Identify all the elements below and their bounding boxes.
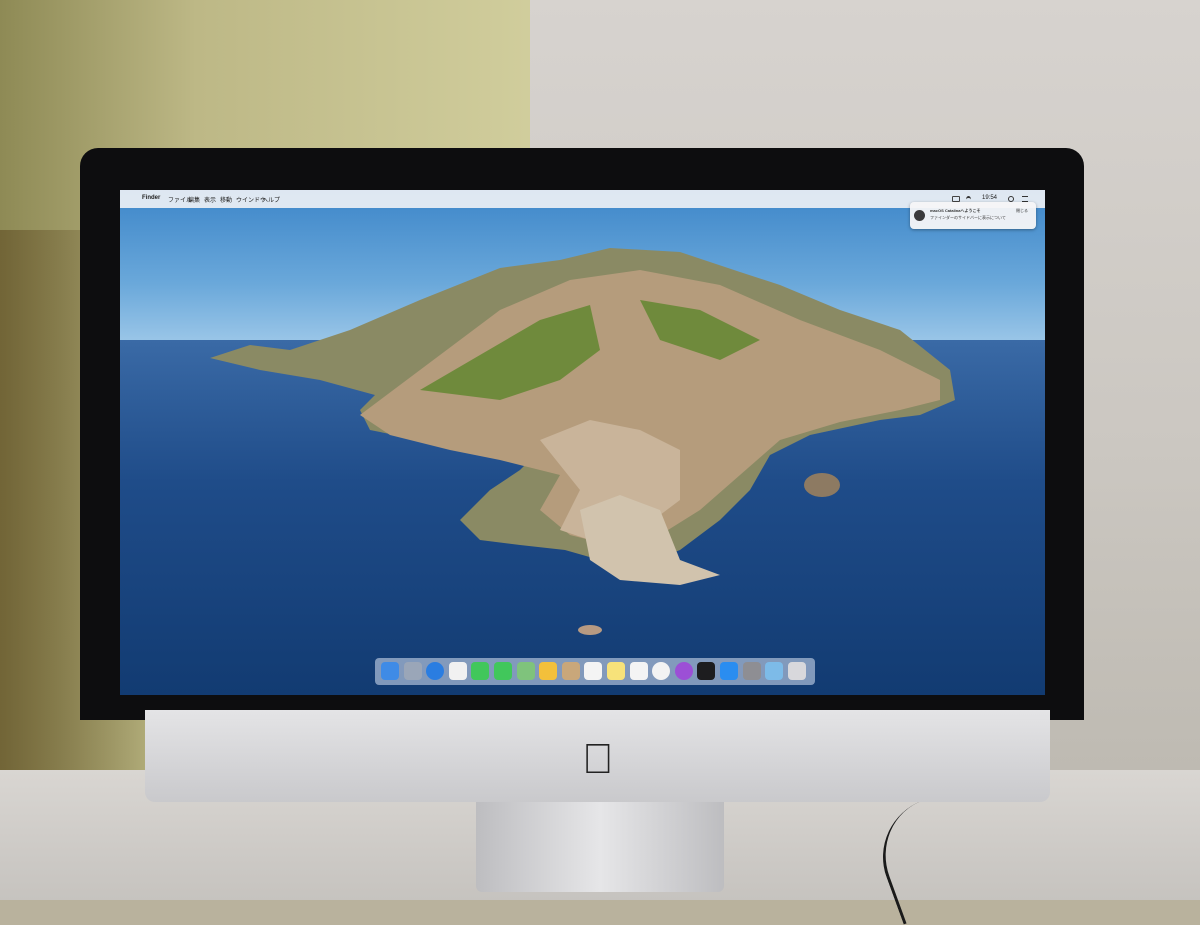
clock[interactable]: 19:54 <box>982 195 997 201</box>
launchpad-icon[interactable] <box>403 662 422 680</box>
menu-item-edit[interactable]: 編集 <box>188 195 200 204</box>
facetime-icon[interactable] <box>494 662 512 680</box>
photos-icon[interactable] <box>448 662 467 680</box>
system-preferences-icon[interactable] <box>742 662 761 680</box>
messages-icon[interactable] <box>471 662 490 680</box>
macos-icon <box>914 210 925 221</box>
safari-icon[interactable] <box>426 662 445 680</box>
menu-item-go[interactable]: 移動 <box>220 195 232 204</box>
island-svg <box>210 248 955 635</box>
imac-stand <box>476 800 724 892</box>
tv-icon[interactable] <box>697 662 716 680</box>
notification-close-button[interactable]: 閉じる <box>1016 208 1028 214</box>
notification-body: ファインダーのサイドバーに表示について <box>930 215 1006 220</box>
trash-icon[interactable] <box>787 662 806 680</box>
notification-title: macOS Catalinaへようこそ <box>930 208 981 213</box>
screen: Finder ファイル 編集 表示 移動 ウインドウ ヘルプ 19:54 mac… <box>120 190 1045 695</box>
menu-item-help[interactable]: ヘルプ <box>262 195 280 204</box>
menu-app-name[interactable]: Finder <box>142 195 160 201</box>
reminders-icon[interactable] <box>629 662 648 680</box>
dock <box>375 658 815 685</box>
podcasts-icon[interactable] <box>674 662 693 680</box>
menu-bar: Finder ファイル 編集 表示 移動 ウインドウ ヘルプ 19:54 <box>120 190 1045 208</box>
finder-icon[interactable] <box>381 662 399 680</box>
maps-icon[interactable] <box>516 662 535 680</box>
menu-item-view[interactable]: 表示 <box>204 195 216 204</box>
notes-icon[interactable] <box>607 662 625 680</box>
notification-banner[interactable]: macOS Catalinaへようこそ ファインダーのサイドバーに表示について … <box>910 202 1036 229</box>
wallpaper-island <box>120 190 1045 695</box>
photos-app-icon[interactable] <box>539 662 558 680</box>
music-icon[interactable] <box>652 662 671 680</box>
apple-logo-icon:  <box>578 737 618 781</box>
calendar-icon[interactable] <box>584 662 603 680</box>
downloads-folder-icon[interactable] <box>765 662 784 680</box>
app-store-icon[interactable] <box>720 662 738 680</box>
contacts-icon[interactable] <box>561 662 580 680</box>
